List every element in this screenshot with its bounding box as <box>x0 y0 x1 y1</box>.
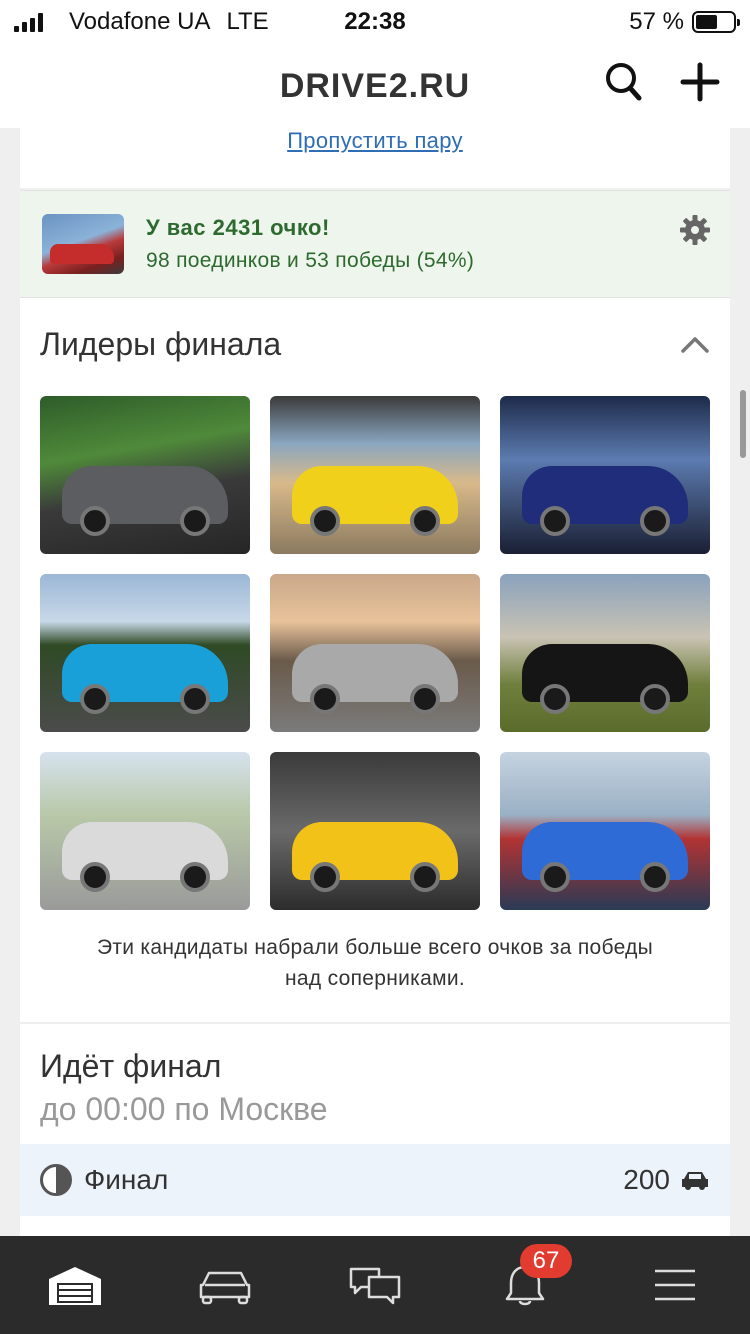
wheel-shape <box>80 506 110 536</box>
wheel-shape <box>410 862 440 892</box>
wheel-shape <box>180 684 210 714</box>
wheel-shape <box>180 506 210 536</box>
leaders-note-line2: над соперниками. <box>285 967 465 990</box>
leaders-photo-grid <box>40 396 710 910</box>
tab-notifications[interactable]: 67 <box>450 1236 600 1334</box>
skip-card: Пропустить пару <box>20 128 730 188</box>
leader-photo[interactable] <box>40 752 250 910</box>
car-icon <box>199 1271 251 1305</box>
leader-photo[interactable] <box>270 752 480 910</box>
tab-cars[interactable] <box>150 1236 300 1334</box>
leaders-title: Лидеры финала <box>40 325 282 362</box>
site-title[interactable]: DRIVE2.RU <box>280 67 470 106</box>
user-car-thumbnail[interactable] <box>42 214 124 274</box>
wheel-shape <box>80 862 110 892</box>
tab-menu[interactable] <box>600 1236 750 1334</box>
gear-icon[interactable] <box>680 215 710 245</box>
tab-garage[interactable] <box>0 1236 150 1334</box>
battery-percent: 57 % <box>629 8 684 35</box>
tab-bar: 67 <box>0 1236 750 1334</box>
carrier-name: Vodafone UA <box>69 8 211 35</box>
notification-badge: 67 <box>520 1244 572 1278</box>
wheel-shape <box>640 684 670 714</box>
score-headline: У вас 2431 очко! <box>146 215 330 240</box>
score-stats: 98 поединков и 53 победы (54%) <box>146 249 475 272</box>
final-title: Идёт финал <box>40 1048 222 1084</box>
wheel-shape <box>180 862 210 892</box>
status-left: Vodafone UA LTE <box>14 8 269 36</box>
leaders-note: Эти кандидаты набрали больше всего очков… <box>40 932 710 994</box>
search-icon[interactable] <box>604 60 644 104</box>
wheel-shape <box>540 506 570 536</box>
wheel-shape <box>310 862 340 892</box>
main-content: Пропустить пару У вас 2431 очко! 98 поед… <box>20 128 730 1236</box>
signal-icon <box>14 12 43 32</box>
leaders-note-line1: Эти кандидаты набрали больше всего очков… <box>96 936 654 959</box>
leaders-card: Лидеры финала Эти кандидаты набрали боль… <box>20 298 730 1022</box>
wheel-shape <box>410 506 440 536</box>
status-right: 57 % <box>629 8 740 36</box>
leader-photo[interactable] <box>500 396 710 554</box>
status-bar: Vodafone UA LTE 22:38 57 % <box>0 0 750 44</box>
leader-photo[interactable] <box>40 396 250 554</box>
battery-icon <box>692 11 740 33</box>
leaders-header[interactable]: Лидеры финала <box>40 324 710 364</box>
final-row[interactable]: Финал 200 <box>20 1144 730 1216</box>
battery-fill <box>696 15 717 29</box>
final-row-count: 200 <box>623 1164 670 1195</box>
leader-photo[interactable] <box>500 752 710 910</box>
garage-icon <box>49 1267 101 1305</box>
plus-icon[interactable] <box>680 62 720 102</box>
score-text: У вас 2431 очко! 98 поединков и 53 побед… <box>146 215 474 273</box>
wheel-shape <box>310 506 340 536</box>
network-type: LTE <box>226 8 269 35</box>
final-row-label: Финал <box>84 1164 169 1195</box>
chevron-up-icon[interactable] <box>680 334 710 354</box>
wheel-shape <box>540 862 570 892</box>
leader-photo[interactable] <box>270 396 480 554</box>
wheel-shape <box>640 862 670 892</box>
final-subtitle: до 00:00 по Москве <box>40 1091 328 1127</box>
car-icon <box>682 1172 708 1190</box>
wheel-shape <box>410 684 440 714</box>
half-circle-icon <box>40 1164 72 1196</box>
leader-photo[interactable] <box>270 574 480 732</box>
menu-icon <box>655 1269 695 1301</box>
wheel-shape <box>540 684 570 714</box>
leader-photo[interactable] <box>40 574 250 732</box>
final-card: Идёт финал до 00:00 по Москве <box>20 1024 730 1144</box>
tab-messages[interactable] <box>300 1236 450 1334</box>
chat-icon <box>349 1267 401 1305</box>
nav-bar: DRIVE2.RU <box>0 44 750 128</box>
wheel-shape <box>640 506 670 536</box>
leader-photo[interactable] <box>500 574 710 732</box>
wheel-shape <box>310 684 340 714</box>
wheel-shape <box>80 684 110 714</box>
scroll-indicator[interactable] <box>740 390 746 458</box>
next-row-partial <box>20 1216 730 1236</box>
skip-pair-link[interactable]: Пропустить пару <box>287 128 463 153</box>
score-card: У вас 2431 очко! 98 поединков и 53 побед… <box>20 190 730 298</box>
